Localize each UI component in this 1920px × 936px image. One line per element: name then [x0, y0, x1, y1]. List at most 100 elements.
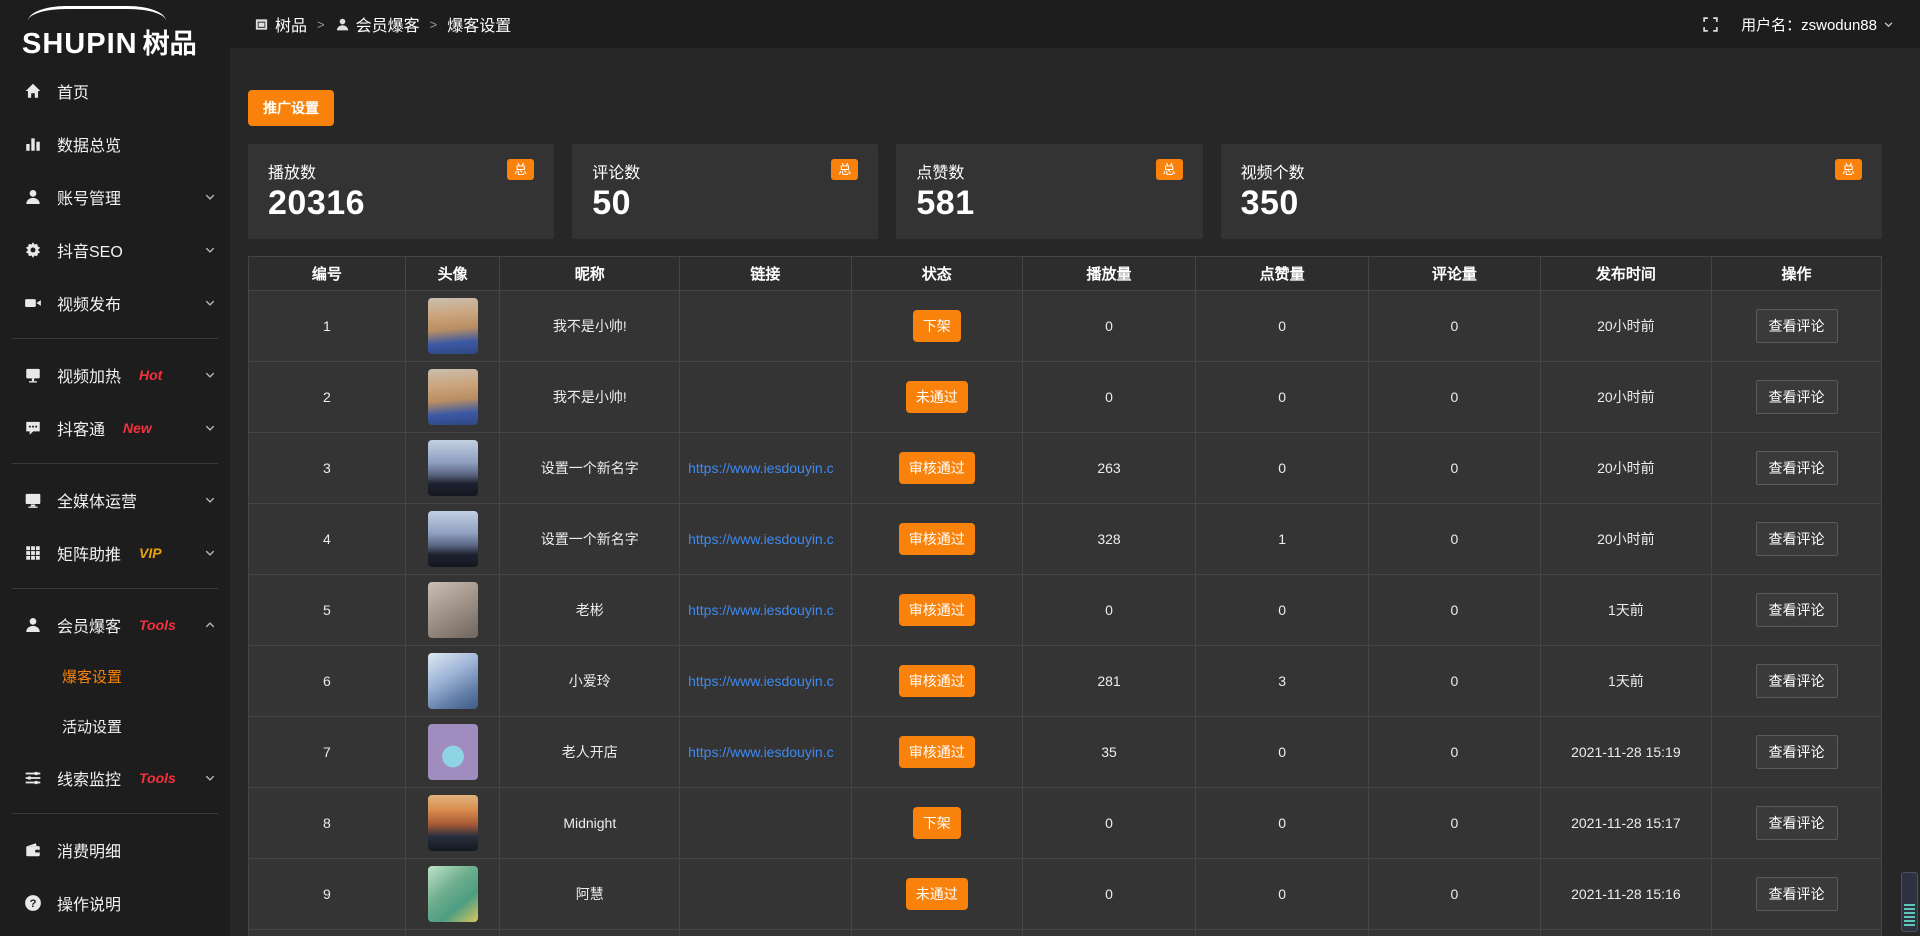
cell-comments: 0	[1369, 362, 1540, 433]
sidebar-item-label: 消费明细	[57, 838, 121, 862]
avatar	[428, 795, 478, 851]
stat-total-badge: 总	[1835, 159, 1862, 180]
sidebar-item-douketong[interactable]: 抖客通New	[0, 401, 230, 454]
view-comments-button[interactable]: 查看评论	[1756, 877, 1838, 911]
sidebar-subitem-activity-settings[interactable]: 活动设置	[0, 701, 230, 751]
status-badge[interactable]: 审核通过	[899, 523, 975, 555]
user-icon	[24, 616, 42, 634]
cell-action: 查看评论	[1712, 717, 1882, 788]
sidebar-item-label: 抖音SEO	[57, 238, 123, 262]
sidebar-item-data-overview[interactable]: 数据总览	[0, 117, 230, 170]
cell-time: 2021-11-28 15:19	[1540, 717, 1711, 788]
cell-id: 2	[249, 362, 406, 433]
stat-value: 350	[1241, 184, 1862, 223]
cell-action: 查看评论	[1712, 788, 1882, 859]
sidebar-item-label: 会员爆客	[57, 613, 121, 637]
cell-action: 查看评论	[1712, 291, 1882, 362]
cell-time: 1天前	[1540, 575, 1711, 646]
status-badge[interactable]: 未通过	[906, 381, 968, 413]
cell-id: 7	[249, 717, 406, 788]
grid-icon	[24, 544, 42, 562]
status-badge[interactable]: 审核通过	[899, 452, 975, 484]
sidebar-item-label: 矩阵助推	[57, 541, 121, 565]
breadcrumb-item[interactable]: 树品	[254, 12, 307, 36]
sidebar-item-omni-media[interactable]: 全媒体运营	[0, 473, 230, 526]
view-comments-button[interactable]: 查看评论	[1756, 451, 1838, 485]
cell-comments	[1369, 930, 1540, 936]
cell-avatar	[405, 717, 500, 788]
main-content: 推广设置 播放数总20316评论数总50点赞数总581视频个数总350 编号头像…	[230, 48, 1920, 936]
chevron-down-icon	[204, 772, 216, 784]
cell-likes	[1196, 930, 1369, 936]
comment-icon	[24, 419, 42, 437]
cell-link	[680, 362, 851, 433]
status-badge[interactable]: 审核通过	[899, 736, 975, 768]
status-badge[interactable]: 审核通过	[899, 594, 975, 626]
cell-time: 20小时前	[1540, 362, 1711, 433]
breadcrumb-label: 爆客设置	[447, 12, 511, 36]
stat-label: 播放数	[268, 159, 316, 183]
status-badge[interactable]: 审核通过	[899, 665, 975, 697]
cell-likes: 0	[1196, 717, 1369, 788]
sidebar-item-video-publish[interactable]: 视频发布	[0, 276, 230, 329]
sidebar-item-video-heat[interactable]: 视频加热Hot	[0, 348, 230, 401]
cell-status: 审核通过	[851, 504, 1022, 575]
sidebar-subitem-baoke-settings[interactable]: 爆客设置	[0, 651, 230, 701]
sidebar-item-tag: Tools	[139, 770, 176, 786]
status-badge[interactable]: 下架	[913, 310, 961, 342]
view-comments-button[interactable]: 查看评论	[1756, 380, 1838, 414]
sidebar-item-consume-detail[interactable]: 消费明细	[0, 823, 230, 876]
cell-likes: 0	[1196, 433, 1369, 504]
view-comments-button[interactable]: 查看评论	[1756, 806, 1838, 840]
status-badge[interactable]: 未通过	[906, 878, 968, 910]
view-comments-button[interactable]: 查看评论	[1756, 522, 1838, 556]
sidebar-item-matrix-boost[interactable]: 矩阵助推VIP	[0, 526, 230, 579]
promo-settings-button[interactable]: 推广设置	[248, 90, 334, 126]
sidebar-item-label: 抖客通	[57, 416, 105, 440]
video-link[interactable]: https://www.iesdouyin.c	[688, 460, 834, 476]
view-comments-button[interactable]: 查看评论	[1756, 735, 1838, 769]
cell-status: 未通过	[851, 859, 1022, 930]
user-menu[interactable]: 用户名：zswodun88	[1741, 14, 1894, 35]
column-header: 编号	[249, 257, 406, 291]
svg-text:?: ?	[30, 898, 37, 910]
view-comments-button[interactable]: 查看评论	[1756, 664, 1838, 698]
floating-widget[interactable]	[1901, 872, 1918, 932]
view-comments-button[interactable]: 查看评论	[1756, 309, 1838, 343]
column-header: 操作	[1712, 257, 1882, 291]
video-link[interactable]: https://www.iesdouyin.c	[688, 531, 834, 547]
sidebar-item-member-baoke[interactable]: 会员爆客Tools	[0, 598, 230, 651]
cell-nickname: 阿慧	[500, 859, 680, 930]
video-icon	[24, 294, 42, 312]
breadcrumb-item[interactable]: 会员爆客	[335, 12, 420, 36]
cell-id	[249, 930, 406, 936]
sidebar-item-home[interactable]: 首页	[0, 64, 230, 117]
cell-nickname: 老人开店	[500, 717, 680, 788]
breadcrumb-item[interactable]: 爆客设置	[447, 12, 511, 36]
video-link[interactable]: https://www.iesdouyin.c	[688, 744, 834, 760]
cell-comments: 0	[1369, 859, 1540, 930]
cell-avatar	[405, 433, 500, 504]
sidebar-item-account-manage[interactable]: 账号管理	[0, 170, 230, 223]
cell-id: 5	[249, 575, 406, 646]
view-comments-button[interactable]: 查看评论	[1756, 593, 1838, 627]
stat-value: 50	[592, 184, 858, 223]
chevron-down-icon	[204, 494, 216, 506]
cell-nickname: 设置一个新名字	[500, 433, 680, 504]
cell-plays: 0	[1023, 575, 1196, 646]
videos-table-wrap: 编号头像昵称链接状态播放量点赞量评论量发布时间操作 1我不是小帅!下架00020…	[248, 256, 1882, 936]
column-header: 播放量	[1023, 257, 1196, 291]
status-badge[interactable]: 下架	[913, 807, 961, 839]
column-header: 状态	[851, 257, 1022, 291]
stat-total-badge: 总	[507, 159, 534, 180]
sidebar-item-operation-guide[interactable]: ?操作说明	[0, 876, 230, 929]
monitor-icon	[24, 491, 42, 509]
cell-time: 20小时前	[1540, 291, 1711, 362]
cell-link	[680, 930, 851, 936]
video-link[interactable]: https://www.iesdouyin.c	[688, 673, 834, 689]
sidebar-item-douyin-seo[interactable]: 抖音SEO	[0, 223, 230, 276]
sidebar-divider	[12, 813, 218, 814]
video-link[interactable]: https://www.iesdouyin.c	[688, 602, 834, 618]
sidebar-item-clue-monitor[interactable]: 线索监控Tools	[0, 751, 230, 804]
fullscreen-icon[interactable]	[1702, 16, 1719, 33]
